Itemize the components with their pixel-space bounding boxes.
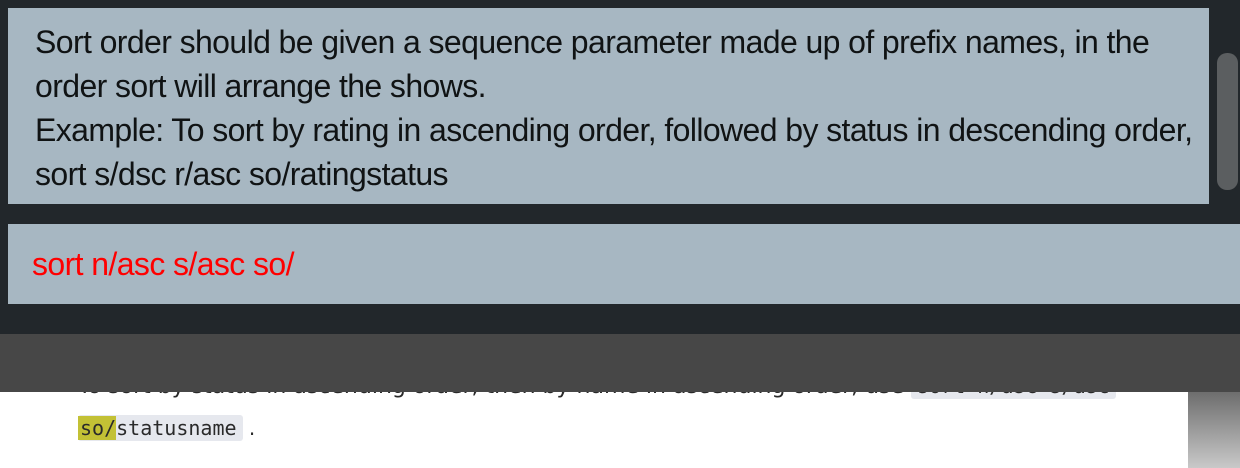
search-highlight: so/ (78, 416, 117, 440)
result-display: Sort order should be given a sequence pa… (8, 8, 1209, 204)
result-scrollbar-thumb[interactable] (1217, 53, 1238, 190)
command-box[interactable] (8, 224, 1240, 304)
inline-code: so/statusname (78, 415, 243, 441)
inline-code-rest: statusname (116, 416, 237, 440)
app-window: Sort order should be given a sequence pa… (0, 0, 1240, 334)
result-message: Sort order should be given a sequence pa… (35, 24, 1193, 192)
doc-text-end: . (248, 416, 256, 440)
command-input[interactable] (32, 242, 1212, 286)
status-bar (0, 334, 1240, 392)
page-scrollbar[interactable] (1188, 392, 1240, 468)
screen: To sort by status in ascending order, th… (0, 0, 1240, 468)
doc-paragraph-line: so/statusname . (78, 415, 256, 441)
